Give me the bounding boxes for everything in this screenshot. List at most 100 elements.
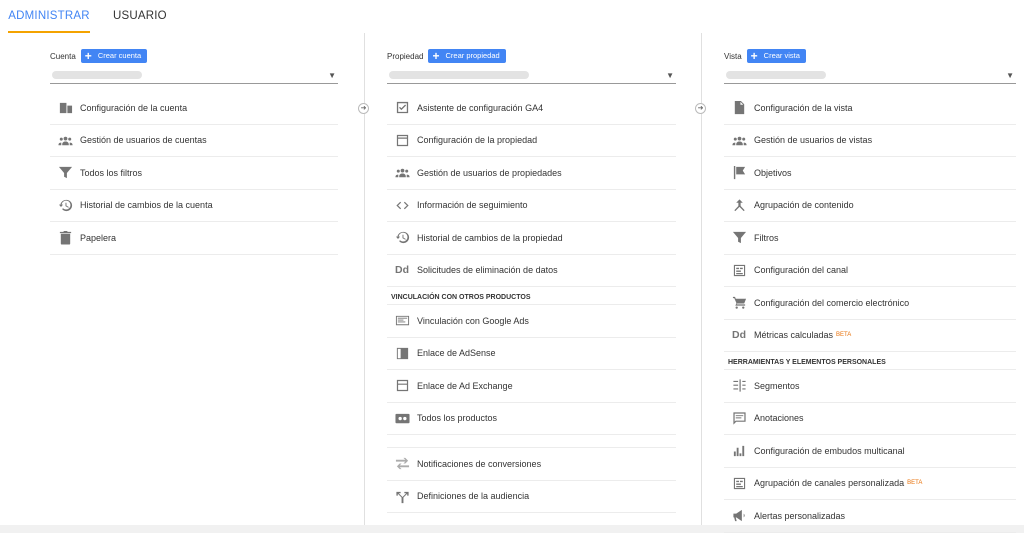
list-item-label: Agrupación de contenido [754, 200, 854, 211]
list-item-label: Agrupación de canales personalizada [754, 478, 905, 489]
list-item-label: Historial de cambios de la propiedad [417, 232, 563, 243]
tab-usuario[interactable]: USUARIO [113, 0, 167, 33]
list-item-label: Definiciones de la audiencia [417, 491, 530, 502]
plus-icon: + [432, 49, 440, 63]
plus-icon: + [84, 49, 92, 63]
list-item-label: Notificaciones de conversiones [417, 458, 542, 469]
list-item[interactable]: Dd Métricas calculadas BETA [724, 320, 1016, 352]
list-item-label: Configuración de la propiedad [417, 135, 538, 146]
list-item[interactable]: Información de seguimiento [387, 190, 676, 222]
list-item[interactable]: Alertas personalizadas [724, 500, 1016, 533]
segments-icon [726, 378, 752, 393]
beta-badge: BETA [836, 332, 852, 339]
list-item[interactable]: Configuración de embudos multicanal [724, 435, 1016, 468]
chevron-down-icon: ▼ [328, 71, 336, 80]
list-item-label: Segmentos [754, 380, 800, 391]
list-item[interactable]: Anotaciones [724, 403, 1016, 435]
flag-icon [726, 165, 752, 180]
list-item-label: Todos los productos [417, 413, 498, 424]
list-item-label: Enlace de Ad Exchange [417, 380, 513, 391]
list-item[interactable]: Enlace de Ad Exchange [387, 370, 676, 403]
products-icon [389, 411, 415, 426]
list-item[interactable]: Historial de cambios de la propiedad [387, 222, 676, 255]
list-item[interactable]: Dd Solicitudes de eliminación de datos [387, 255, 676, 287]
view-label: Vista [724, 51, 742, 61]
people-icon [52, 133, 78, 148]
layout-icon [389, 133, 415, 148]
bars-icon [726, 443, 752, 458]
list-item[interactable]: Filtros [724, 222, 1016, 255]
spacer [387, 435, 676, 448]
property-items: Asistente de configuración GA4 Configurac… [387, 92, 676, 513]
create-account-button[interactable]: + Crear cuenta [80, 49, 148, 63]
view-name-redacted [726, 71, 826, 79]
list-item[interactable]: Configuración de la vista [724, 92, 1016, 125]
history-icon [389, 230, 415, 245]
list-item[interactable]: Vinculación con Google Ads [387, 305, 676, 338]
list-item[interactable]: Configuración de la propiedad [387, 125, 676, 157]
dd-icon: Dd [395, 264, 409, 277]
arrow-right-icon: ➜ [358, 103, 369, 114]
section-personal-tools: HERRAMIENTAS Y ELEMENTOS PERSONALES [724, 352, 1016, 370]
account-items: Configuración de la cuenta Gestión de usu… [50, 92, 338, 255]
history-icon [52, 198, 78, 213]
list-item-label: Objetivos [754, 167, 792, 178]
list-item[interactable]: Todos los filtros [50, 157, 338, 190]
account-label: Cuenta [50, 51, 76, 61]
list-item[interactable]: Notificaciones de conversiones [387, 448, 676, 481]
code-icon [389, 198, 415, 213]
adsense-icon [389, 346, 415, 361]
list-item[interactable]: Agrupación de canales personalizada BETA [724, 468, 1016, 500]
list-item-label: Vinculación con Google Ads [417, 315, 529, 326]
view-selector[interactable]: ▼ [724, 67, 1016, 84]
property-name-redacted [389, 71, 529, 79]
list-item[interactable]: Configuración del comercio electrónico [724, 287, 1016, 320]
list-item[interactable]: Papelera [50, 222, 338, 255]
property-selector[interactable]: ▼ [387, 67, 676, 84]
list-item[interactable]: Todos los productos [387, 403, 676, 435]
list-item-label: Métricas calculadas [754, 330, 834, 341]
dd-icon: Dd [732, 329, 746, 342]
list-item[interactable]: Configuración del canal [724, 255, 1016, 287]
content-group-icon [726, 198, 752, 213]
top-tab-bar: ADMINISTRAR USUARIO [0, 0, 1024, 33]
create-account-label: Crear cuenta [97, 51, 142, 60]
beta-badge: BETA [907, 480, 923, 487]
tab-administrar[interactable]: ADMINISTRAR [8, 0, 90, 33]
account-name-redacted [52, 71, 142, 79]
plus-icon: + [750, 49, 758, 63]
filter-icon [52, 165, 78, 180]
list-item-label: Solicitudes de eliminación de datos [417, 265, 558, 276]
list-item-label: Gestión de usuarios de cuentas [80, 135, 207, 146]
property-settings-list: Asistente de configuración GA4 Configurac… [387, 92, 676, 287]
list-item[interactable]: Segmentos [724, 370, 1016, 403]
list-item[interactable]: Enlace de AdSense [387, 338, 676, 370]
chevron-down-icon: ▼ [666, 71, 674, 80]
filter-icon [726, 230, 752, 245]
list-item[interactable]: Gestión de usuarios de cuentas [50, 125, 338, 157]
list-item[interactable]: Agrupación de contenido [724, 190, 1016, 222]
list-item[interactable]: Configuración de la cuenta [50, 92, 338, 125]
building-icon [52, 100, 78, 115]
account-selector[interactable]: ▼ [50, 67, 338, 84]
create-view-button[interactable]: + Crear vista [746, 49, 806, 63]
property-label: Propiedad [387, 51, 424, 61]
list-item-label: Enlace de AdSense [417, 348, 496, 359]
list-item[interactable]: Definiciones de la audiencia [387, 481, 676, 513]
comment-icon [726, 411, 752, 426]
create-property-button[interactable]: + Crear propiedad [428, 49, 506, 63]
list-item[interactable]: Gestión de usuarios de propiedades [387, 157, 676, 190]
list-item[interactable]: Gestión de usuarios de vistas [724, 125, 1016, 157]
conversions-icon [389, 456, 415, 471]
audience-icon [389, 489, 415, 504]
list-item[interactable]: Asistente de configuración GA4 [387, 92, 676, 125]
list-item[interactable]: Objetivos [724, 157, 1016, 190]
chevron-down-icon: ▼ [1006, 71, 1014, 80]
checkbox-icon [389, 100, 415, 115]
account-header: Cuenta + Crear cuenta [50, 49, 148, 63]
list-item[interactable]: Historial de cambios de la cuenta [50, 190, 338, 222]
channel-icon [726, 263, 752, 278]
adexchange-icon [389, 378, 415, 393]
list-item-label: Configuración del canal [754, 265, 849, 276]
view-header: Vista + Crear vista [724, 49, 806, 63]
